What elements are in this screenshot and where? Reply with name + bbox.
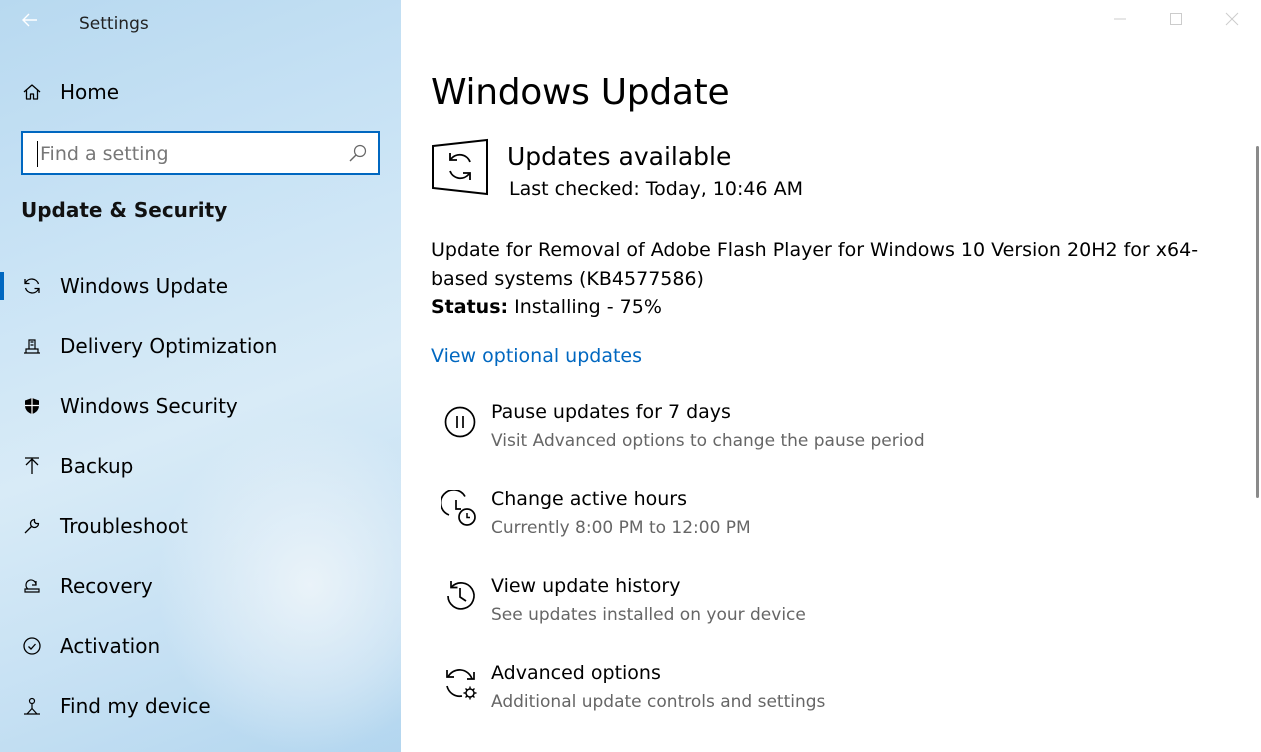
sidebar-item-windows-security[interactable]: Windows Security	[0, 376, 401, 436]
option-subtitle: Visit Advanced options to change the pau…	[491, 431, 925, 451]
sidebar-item-backup[interactable]: Backup	[0, 436, 401, 496]
nav-home[interactable]: Home	[0, 70, 401, 114]
backup-arrow-icon	[21, 455, 43, 477]
sidebar-item-label: Find my device	[60, 694, 211, 718]
sidebar: Settings Home Update & Security Windows …	[0, 0, 401, 752]
section-title: Update & Security	[21, 198, 228, 222]
option-subtitle: See updates installed on your device	[491, 605, 806, 625]
sidebar-item-troubleshoot[interactable]: Troubleshoot	[0, 496, 401, 556]
home-icon	[21, 81, 43, 103]
sidebar-item-label: Windows Update	[60, 274, 229, 298]
shield-icon	[21, 395, 43, 417]
option-title: Change active hours	[491, 488, 687, 510]
update-description: Update for Removal of Adobe Flash Player…	[431, 239, 1199, 290]
maximize-icon[interactable]	[1165, 8, 1187, 30]
wrench-icon	[21, 515, 43, 537]
sync-icon	[21, 275, 43, 297]
nav-home-label: Home	[60, 80, 120, 104]
update-status-label: Status:	[431, 296, 509, 318]
sidebar-item-label: Troubleshoot	[60, 514, 188, 538]
view-optional-updates-link[interactable]: View optional updates	[431, 345, 642, 367]
close-icon[interactable]	[1221, 8, 1243, 30]
sidebar-item-label: Activation	[60, 634, 161, 658]
update-status: Status: Installing - 75%	[431, 296, 662, 318]
nav-list: Windows Update Delivery Optimization Win…	[0, 256, 401, 736]
window-controls	[1109, 8, 1243, 30]
update-status-icon	[431, 138, 489, 196]
history-icon	[441, 577, 479, 615]
status-heading: Updates available	[507, 142, 732, 171]
update-status-value: Installing - 75%	[514, 296, 662, 318]
minimize-icon[interactable]	[1109, 8, 1131, 30]
sidebar-item-label: Recovery	[60, 574, 153, 598]
advanced-options-option[interactable]: Advanced options Additional update contr…	[441, 662, 1201, 732]
pause-icon	[441, 403, 479, 441]
sidebar-item-find-my-device[interactable]: Find my device	[0, 676, 401, 736]
sidebar-item-label: Backup	[60, 454, 134, 478]
last-checked-text: Last checked: Today, 10:46 AM	[509, 178, 803, 200]
option-subtitle: Additional update controls and settings	[491, 692, 826, 712]
option-title: Advanced options	[491, 662, 661, 684]
app-title: Settings	[79, 14, 149, 34]
search-input[interactable]	[37, 141, 337, 167]
sidebar-item-delivery-optimization[interactable]: Delivery Optimization	[0, 316, 401, 376]
page-title: Windows Update	[431, 72, 730, 113]
recovery-icon	[21, 575, 43, 597]
sidebar-item-windows-update[interactable]: Windows Update	[0, 256, 401, 316]
pause-updates-option[interactable]: Pause updates for 7 days Visit Advanced …	[441, 401, 1201, 471]
option-title: Pause updates for 7 days	[491, 401, 731, 423]
advanced-options-icon	[441, 664, 479, 702]
option-title: View update history	[491, 575, 681, 597]
main-content: Windows Update Updates available Last ch…	[401, 0, 1261, 752]
sidebar-item-activation[interactable]: Activation	[0, 616, 401, 676]
change-active-hours-option[interactable]: Change active hours Currently 8:00 PM to…	[439, 488, 1201, 558]
back-arrow-icon[interactable]	[20, 10, 42, 32]
delivery-optimization-icon	[21, 335, 43, 357]
active-hours-icon	[439, 489, 479, 528]
person-location-icon	[21, 695, 43, 717]
option-subtitle: Currently 8:00 PM to 12:00 PM	[491, 518, 751, 538]
view-update-history-option[interactable]: View update history See updates installe…	[441, 575, 1201, 645]
scrollbar[interactable]	[1256, 146, 1259, 498]
check-circle-icon	[21, 635, 43, 657]
search-box[interactable]	[21, 131, 380, 175]
sidebar-item-label: Delivery Optimization	[60, 334, 278, 358]
sidebar-item-recovery[interactable]: Recovery	[0, 556, 401, 616]
search-icon[interactable]	[348, 143, 368, 163]
sidebar-item-label: Windows Security	[60, 394, 238, 418]
